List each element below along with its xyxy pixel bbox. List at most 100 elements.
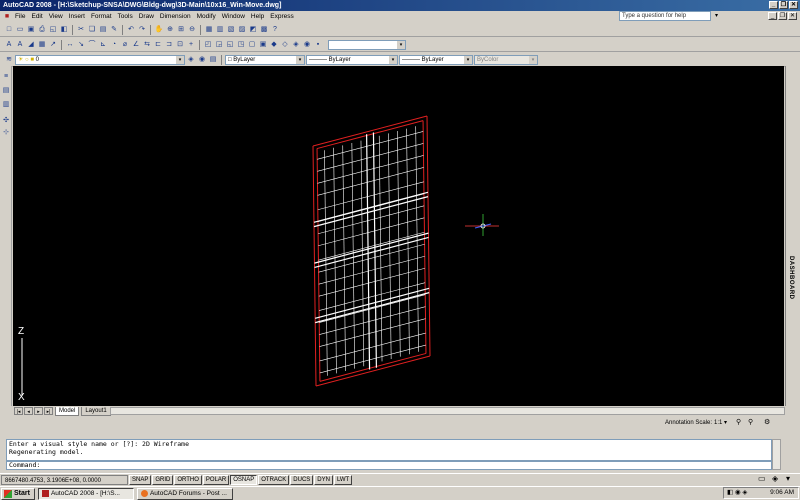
view-se-iso-icon[interactable]: ◇	[280, 40, 290, 50]
drawing-area[interactable]: Z X	[13, 66, 784, 406]
named-view-combo[interactable]: ▾	[328, 39, 406, 50]
view-bottom-icon[interactable]: ◲	[214, 40, 224, 50]
view-manager-icon[interactable]: ▤	[1, 86, 11, 96]
lineweight-combo[interactable]: ——— ByLayer ▾	[399, 54, 473, 65]
close-button[interactable]: ✕	[789, 1, 798, 9]
plotstyle-combo[interactable]: ByColor ▾	[474, 54, 538, 65]
doc-minimize-button[interactable]: _	[768, 12, 777, 20]
polar-toggle[interactable]: POLAR	[202, 474, 230, 485]
match-properties-icon[interactable]: ✎	[109, 25, 119, 35]
auto-scale-icon[interactable]: ⚲	[748, 417, 753, 429]
view-left-icon[interactable]: ◱	[225, 40, 235, 50]
undo-icon[interactable]: ↶	[126, 25, 136, 35]
coordinates-readout[interactable]: 8667480.4753, 3.1906E+08, 0.0000	[1, 474, 128, 485]
layers-dock-icon[interactable]: ≡	[1, 72, 11, 82]
dim-linear-icon[interactable]: ↔	[65, 40, 75, 50]
menu-window[interactable]: Window	[219, 11, 248, 22]
view-ne-iso-icon[interactable]: ◈	[291, 40, 301, 50]
linetype-combo[interactable]: ——— ByLayer ▾	[306, 54, 398, 65]
minimize-button[interactable]: _	[769, 1, 778, 9]
grid-toggle[interactable]: GRID	[152, 474, 174, 485]
dyn-toggle[interactable]: DYN	[314, 474, 333, 485]
taskbar-item-forums[interactable]: AutoCAD Forums - Post ...	[136, 487, 233, 500]
menu-express[interactable]: Express	[267, 11, 296, 22]
text-style-icon[interactable]: A	[4, 40, 14, 50]
dim-diameter-icon[interactable]: ⌀	[120, 40, 130, 50]
help-search-input[interactable]: Type a question for help	[619, 11, 711, 21]
paste-icon[interactable]: ▤	[98, 25, 108, 35]
autocad-app-icon[interactable]: ■	[2, 12, 12, 22]
menu-tools[interactable]: Tools	[115, 11, 136, 22]
tray-icons[interactable]: ◧ ◉ ◈	[727, 488, 747, 498]
doc-close-button[interactable]: ✕	[788, 12, 797, 20]
dim-radius-icon[interactable]: ◔	[109, 40, 119, 50]
sheet-set-icon[interactable]: ▨	[237, 25, 247, 35]
menu-file[interactable]: File	[12, 11, 28, 22]
communication-center-icon[interactable]: ◈	[772, 474, 778, 483]
restore-button[interactable]: ❐	[779, 1, 788, 9]
ucs-tool-icon[interactable]: ⊹	[1, 128, 11, 138]
table-style-icon[interactable]: ▦	[37, 40, 47, 50]
dim-ordinate-icon[interactable]: ⊾	[98, 40, 108, 50]
gear-icon[interactable]: ⚙	[764, 417, 770, 429]
tool-palettes-icon[interactable]: ▧	[226, 25, 236, 35]
command-scrollbar[interactable]	[772, 439, 781, 470]
next-tab-icon[interactable]: ▸	[34, 407, 43, 415]
copy-icon[interactable]: ❏	[87, 25, 97, 35]
command-line-input[interactable]: Command:	[6, 461, 772, 470]
color-combo[interactable]: □ ByLayer ▾	[225, 54, 305, 65]
markup-icon[interactable]: ◩	[248, 25, 258, 35]
menu-help[interactable]: Help	[248, 11, 267, 22]
lock-icon[interactable]: ▭	[758, 474, 766, 483]
center-mark-icon[interactable]: +	[186, 40, 196, 50]
prev-tab-icon[interactable]: ◂	[24, 407, 33, 415]
redo-icon[interactable]: ↷	[137, 25, 147, 35]
view-right-icon[interactable]: ◳	[236, 40, 246, 50]
cut-icon[interactable]: ✂	[76, 25, 86, 35]
horizontal-scrollbar[interactable]	[110, 407, 785, 415]
preview-icon[interactable]: ◱	[48, 25, 58, 35]
dim-baseline-icon[interactable]: ⊏	[153, 40, 163, 50]
pan-icon[interactable]: ✋	[154, 25, 164, 35]
layer-states-icon[interactable]: ▤	[208, 55, 218, 65]
dim-style-icon[interactable]: ◢	[26, 40, 36, 50]
otrack-toggle[interactable]: OTRACK	[258, 474, 290, 485]
dim-aligned-icon[interactable]: ↘	[76, 40, 86, 50]
help-icon[interactable]: ?	[270, 25, 280, 35]
make-layer-current-icon[interactable]: ◈	[186, 55, 196, 65]
dashboard-panel[interactable]: DASHBOARD	[785, 66, 800, 406]
taskbar-item-autocad[interactable]: AutoCAD 2008 - [H:\S...	[37, 487, 134, 500]
zoom-window-icon[interactable]: ⊞	[176, 25, 186, 35]
zoom-previous-icon[interactable]: ⊖	[187, 25, 197, 35]
annotation-scale-value[interactable]: 1:1 ▾	[714, 417, 727, 429]
print-icon[interactable]: ⎙	[37, 25, 47, 35]
start-button[interactable]: Start	[1, 487, 35, 500]
help-search-dropdown-icon[interactable]: ▾	[712, 11, 721, 21]
menu-format[interactable]: Format	[88, 11, 115, 22]
multiline-text-icon[interactable]: A	[15, 40, 25, 50]
properties-icon[interactable]: ▦	[204, 25, 214, 35]
view-top-icon[interactable]: ◰	[203, 40, 213, 50]
lwt-toggle[interactable]: LWT	[333, 474, 353, 485]
doc-restore-button[interactable]: ❐	[778, 12, 787, 20]
menu-edit[interactable]: Edit	[28, 11, 45, 22]
quick-dim-icon[interactable]: ⇆	[142, 40, 152, 50]
menu-modify[interactable]: Modify	[194, 11, 219, 22]
camera-icon[interactable]: ▪	[313, 40, 323, 50]
tolerance-icon[interactable]: ⊡	[175, 40, 185, 50]
first-tab-icon[interactable]: |◂	[14, 407, 23, 415]
last-tab-icon[interactable]: ▸|	[44, 407, 53, 415]
menu-insert[interactable]: Insert	[66, 11, 88, 22]
calculator-icon[interactable]: ▩	[259, 25, 269, 35]
tab-model[interactable]: Model	[55, 406, 80, 416]
annotation-visibility-icon[interactable]: ⚲	[736, 417, 741, 429]
save-icon[interactable]: ▣	[26, 25, 36, 35]
layer-previous-icon[interactable]: ◉	[197, 55, 207, 65]
view-sw-iso-icon[interactable]: ◆	[269, 40, 279, 50]
dim-arc-icon[interactable]: ⌒	[87, 40, 97, 50]
layer-combo[interactable]: ☀ ○ ■ 0 ▾	[15, 54, 185, 65]
menu-view[interactable]: View	[46, 11, 66, 22]
menu-dimension[interactable]: Dimension	[157, 11, 194, 22]
dim-angular-icon[interactable]: ∠	[131, 40, 141, 50]
tab-layout1[interactable]: Layout1	[81, 406, 111, 416]
